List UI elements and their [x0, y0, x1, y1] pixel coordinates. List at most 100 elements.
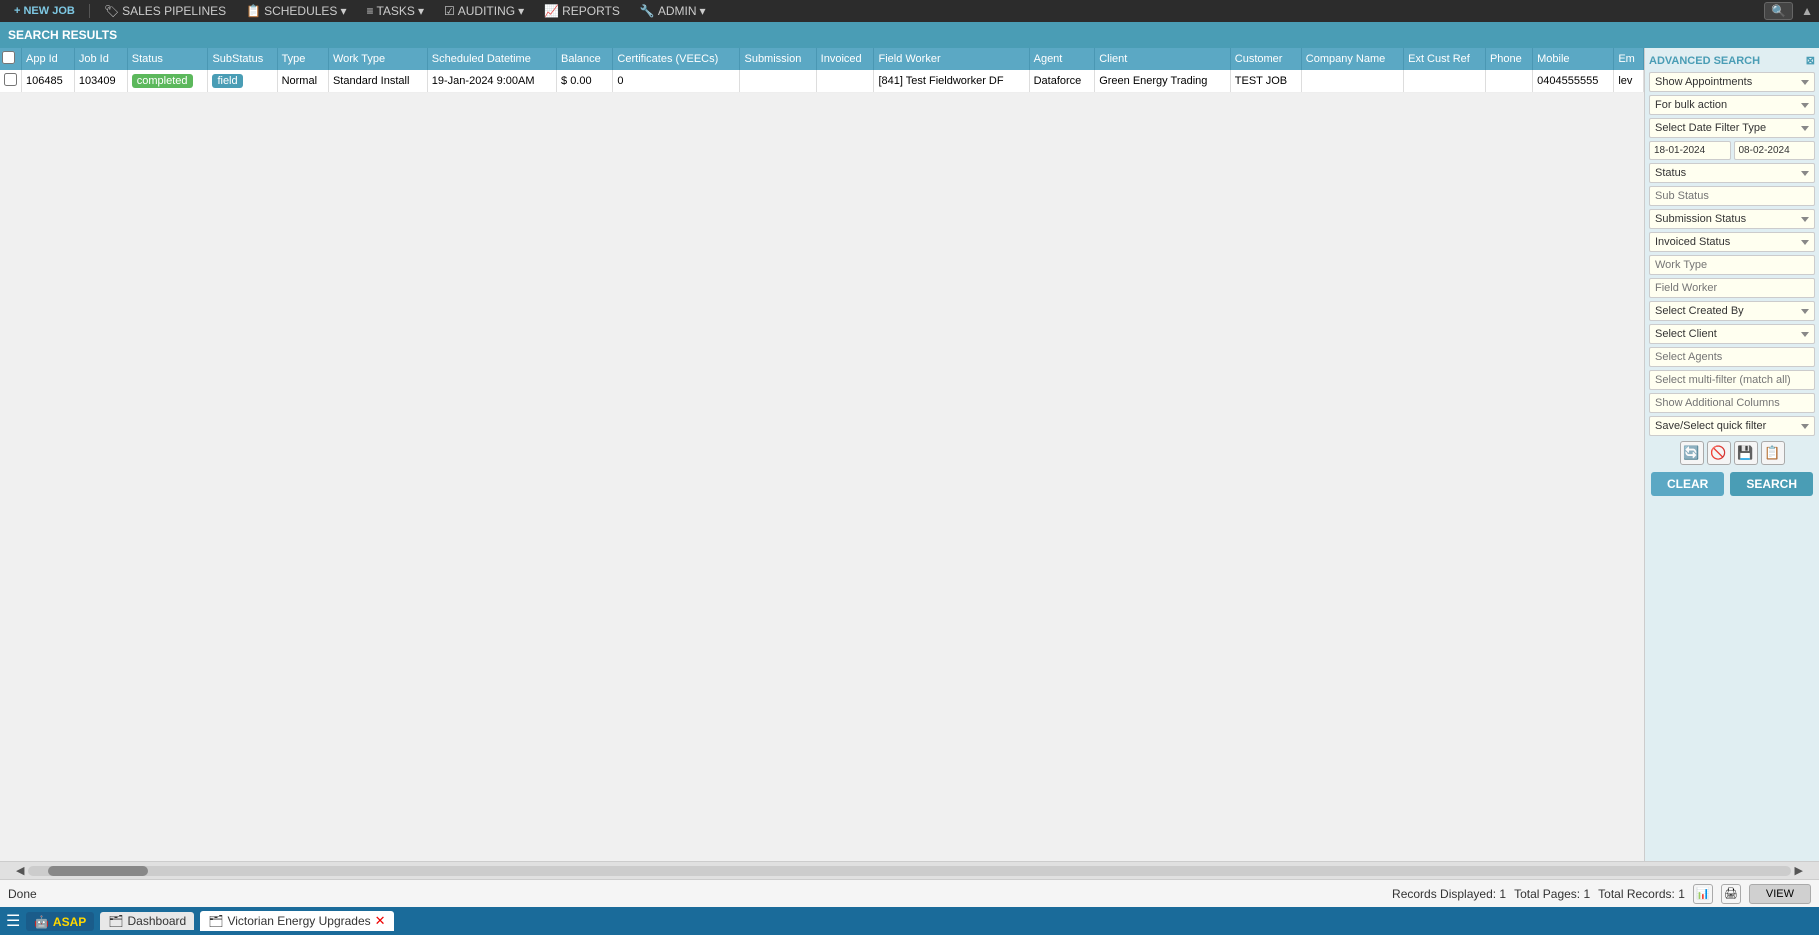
col-balance[interactable]: Balance — [557, 48, 613, 70]
show-appointments-select[interactable]: Show Appointments — [1649, 72, 1815, 92]
view-button[interactable]: VIEW — [1749, 884, 1811, 904]
col-mobile[interactable]: Mobile — [1533, 48, 1614, 70]
col-type[interactable]: Type — [277, 48, 328, 70]
work-type-input[interactable] — [1649, 255, 1815, 275]
dashboard-tab[interactable]: 🗂 Dashboard — [100, 912, 194, 930]
status-select[interactable]: Status — [1649, 163, 1815, 183]
col-submission[interactable]: Submission — [740, 48, 816, 70]
cell-customer: TEST JOB — [1230, 70, 1301, 93]
action-buttons-row: CLEAR SEARCH — [1649, 472, 1815, 496]
collapse-panel-icon[interactable]: ⊠ — [1806, 54, 1815, 67]
table-header-row: App Id Job Id Status SubStatus Type Work… — [0, 48, 1644, 70]
col-field-worker[interactable]: Field Worker — [874, 48, 1029, 70]
save-icon-button[interactable]: 💾 — [1734, 441, 1758, 465]
active-tab[interactable]: 🗂 Victorian Energy Upgrades ✕ — [200, 911, 393, 931]
created-by-select[interactable]: Select Created By — [1649, 301, 1815, 321]
main-layout: App Id Job Id Status SubStatus Type Work… — [0, 48, 1819, 861]
hscroll-thumb[interactable] — [48, 866, 148, 876]
cell-job-id: 103409 — [74, 70, 127, 93]
table-row[interactable]: 106485 103409 completed field Normal Sta… — [0, 70, 1644, 93]
search-icon: 🔍 — [1771, 4, 1786, 18]
agents-input[interactable] — [1649, 347, 1815, 367]
top-navigation: + NEW JOB 🏷 SALES PIPELINES 📋 SCHEDULES … — [0, 0, 1819, 22]
cell-field-worker: [841] Test Fieldworker DF — [874, 70, 1029, 93]
submission-status-select[interactable]: Submission Status — [1649, 209, 1815, 229]
table-body: 106485 103409 completed field Normal Sta… — [0, 70, 1644, 93]
clear-button[interactable]: CLEAR — [1651, 472, 1724, 496]
refresh-icon-button[interactable]: 🔄 — [1680, 441, 1704, 465]
cell-balance: $ 0.00 — [557, 70, 613, 93]
reports-nav[interactable]: 📈 REPORTS — [536, 2, 628, 20]
total-pages-label: Total Pages: 1 — [1514, 887, 1590, 901]
export-csv-button[interactable]: 📊 — [1693, 884, 1713, 904]
row-checkbox[interactable] — [4, 73, 17, 86]
col-job-id[interactable]: Job Id — [74, 48, 127, 70]
bulk-action-select[interactable]: For bulk action — [1649, 95, 1815, 115]
col-scheduled-datetime[interactable]: Scheduled Datetime — [427, 48, 556, 70]
auditing-nav[interactable]: ☑ AUDITING ▾ — [436, 2, 532, 20]
client-select[interactable]: Select Client — [1649, 324, 1815, 344]
col-checkbox[interactable] — [0, 48, 22, 70]
date-from-input[interactable] — [1649, 141, 1731, 160]
col-em[interactable]: Em — [1614, 48, 1644, 70]
collapse-button[interactable]: ▲ — [1801, 4, 1813, 18]
status-bar: Done Records Displayed: 1 Total Pages: 1… — [0, 879, 1819, 907]
invoiced-status-select[interactable]: Invoiced Status — [1649, 232, 1815, 252]
col-certificates[interactable]: Certificates (VEECs) — [613, 48, 740, 70]
col-agent[interactable]: Agent — [1029, 48, 1095, 70]
schedules-chevron: ▾ — [340, 4, 346, 18]
print-button[interactable]: 🖨 — [1721, 884, 1741, 904]
col-ext-cust-ref[interactable]: Ext Cust Ref — [1404, 48, 1486, 70]
records-displayed-label: Records Displayed: 1 — [1392, 887, 1506, 901]
cell-substatus: field — [208, 70, 277, 93]
delete-icon-button[interactable]: 🚫 — [1707, 441, 1731, 465]
scroll-left-arrow[interactable]: ◀ — [16, 864, 24, 877]
status-bar-right: Records Displayed: 1 Total Pages: 1 Tota… — [1392, 884, 1811, 904]
col-app-id[interactable]: App Id — [22, 48, 75, 70]
cell-checkbox[interactable] — [0, 70, 22, 93]
auditing-chevron: ▾ — [518, 4, 524, 18]
close-tab-icon[interactable]: ✕ — [375, 913, 386, 929]
dashboard-tab-label: Dashboard — [128, 914, 187, 928]
export-icon-button[interactable]: 📋 — [1761, 441, 1785, 465]
col-invoiced[interactable]: Invoiced — [816, 48, 874, 70]
col-customer[interactable]: Customer — [1230, 48, 1301, 70]
search-box[interactable]: 🔍 — [1764, 2, 1793, 20]
date-filter-type-select[interactable]: Select Date Filter Type — [1649, 118, 1815, 138]
col-status[interactable]: Status — [127, 48, 208, 70]
field-worker-input[interactable] — [1649, 278, 1815, 298]
additional-columns-input[interactable] — [1649, 393, 1815, 413]
date-to-input[interactable] — [1734, 141, 1816, 160]
advanced-search-title: ADVANCED SEARCH ⊠ — [1649, 52, 1815, 69]
col-company-name[interactable]: Company Name — [1301, 48, 1403, 70]
sales-pipelines-nav[interactable]: 🏷 SALES PIPELINES — [96, 2, 234, 20]
col-phone[interactable]: Phone — [1485, 48, 1532, 70]
tasks-chevron: ▾ — [418, 4, 424, 18]
search-button[interactable]: SEARCH — [1730, 472, 1813, 496]
auditing-icon: ☑ — [444, 4, 455, 18]
cell-app-id: 106485 — [22, 70, 75, 93]
col-work-type[interactable]: Work Type — [328, 48, 427, 70]
select-all-checkbox[interactable] — [2, 51, 15, 64]
schedules-nav[interactable]: 📋 SCHEDULES ▾ — [238, 2, 354, 20]
status-badge: completed — [132, 74, 193, 88]
multi-filter-input[interactable] — [1649, 370, 1815, 390]
quick-filter-select[interactable]: Save/Select quick filter — [1649, 416, 1815, 436]
admin-chevron: ▾ — [700, 4, 706, 18]
advanced-search-label: ADVANCED SEARCH — [1649, 55, 1760, 67]
tasks-nav[interactable]: ≡ TASKS ▾ — [358, 2, 432, 20]
admin-nav[interactable]: 🔧 ADMIN ▾ — [632, 2, 714, 20]
cell-agent: Dataforce — [1029, 70, 1095, 93]
col-client[interactable]: Client — [1095, 48, 1231, 70]
col-substatus[interactable]: SubStatus — [208, 48, 277, 70]
sub-status-input[interactable] — [1649, 186, 1815, 206]
new-job-button[interactable]: + NEW JOB — [6, 3, 83, 19]
cell-submission — [740, 70, 816, 93]
results-table: App Id Job Id Status SubStatus Type Work… — [0, 48, 1644, 93]
hamburger-menu-icon[interactable]: ☰ — [6, 911, 20, 931]
table-wrapper[interactable]: App Id Job Id Status SubStatus Type Work… — [0, 48, 1644, 861]
scroll-right-arrow[interactable]: ▶ — [1795, 864, 1803, 877]
sales-pipelines-icon: 🏷 — [104, 4, 119, 18]
cell-client: Green Energy Trading — [1095, 70, 1231, 93]
schedules-icon: 📋 — [246, 4, 261, 18]
